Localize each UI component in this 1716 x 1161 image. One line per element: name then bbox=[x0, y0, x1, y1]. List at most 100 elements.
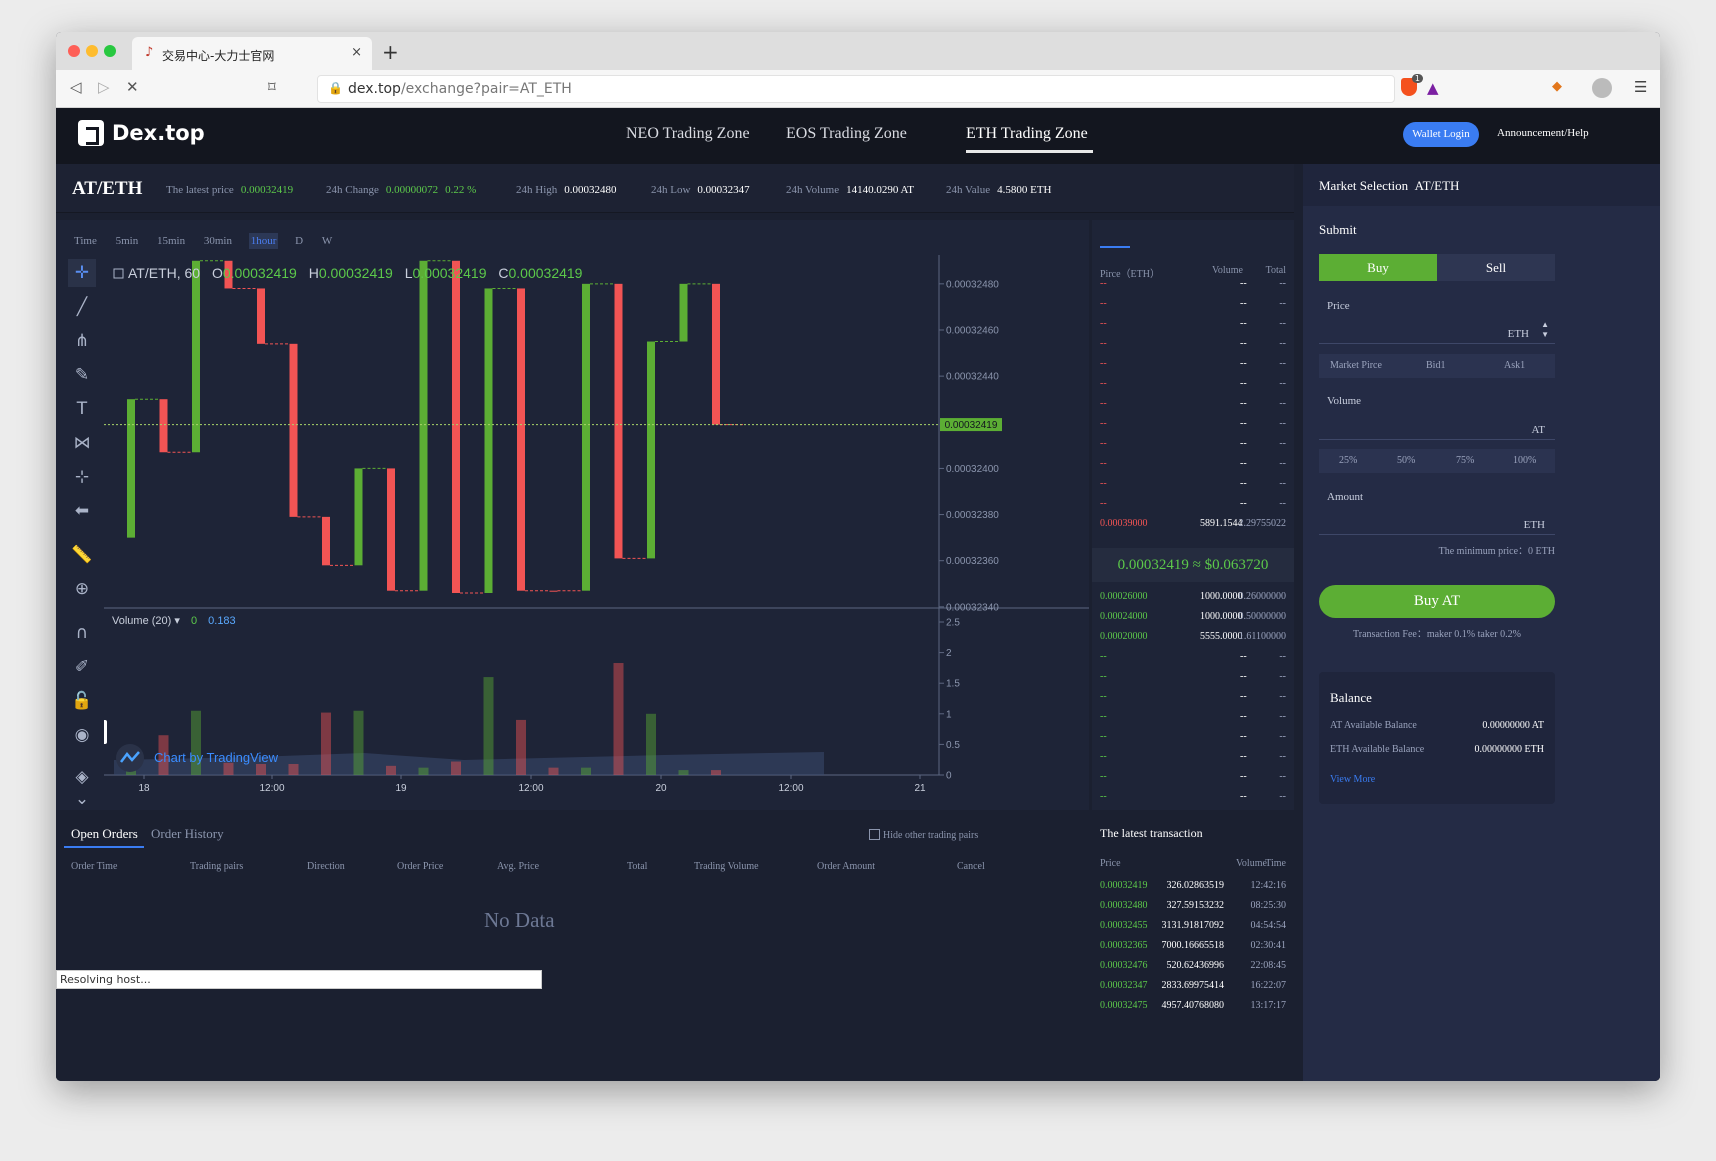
browser-tab[interactable]: ♪ 交易中心-大力士官网 × bbox=[132, 37, 372, 70]
new-tab-button[interactable]: + bbox=[382, 40, 399, 64]
brave-shield-icon[interactable]: 1 bbox=[1401, 74, 1423, 96]
text-icon[interactable]: T bbox=[68, 395, 96, 423]
bid1-button[interactable]: Bid1 bbox=[1426, 360, 1445, 371]
orderbook-empty-row: -- -- -- bbox=[1100, 691, 1286, 702]
announcement-help-link[interactable]: Announcement/Help bbox=[1497, 127, 1589, 139]
volume-tick-label: 0.5 bbox=[946, 740, 960, 751]
bid-row[interactable]: 0.00026000 1000.0000 0.26000000 bbox=[1100, 591, 1286, 611]
bid-row[interactable]: 0.00020000 5555.0000 1.61100000 bbox=[1100, 631, 1286, 651]
wallet-login-button[interactable]: Wallet Login bbox=[1403, 122, 1479, 147]
last-price-row: 0.00032419 ≈ $0.063720 bbox=[1092, 548, 1294, 582]
change-24h: 24h Change 0.00000072 0.22 % bbox=[326, 184, 477, 196]
stop-loading-icon[interactable]: ✕ bbox=[126, 78, 139, 96]
candle bbox=[517, 288, 525, 591]
buy-at-button[interactable]: Buy AT bbox=[1319, 585, 1555, 618]
volume-bar bbox=[548, 767, 559, 775]
sell-tab[interactable]: Sell bbox=[1437, 254, 1555, 281]
bid-row[interactable]: 0.00024000 1000.0000 0.50000000 bbox=[1100, 611, 1286, 631]
magnet-icon[interactable]: ∩ bbox=[68, 619, 96, 647]
volume-bar bbox=[581, 767, 591, 775]
brave-rewards-icon[interactable]: ▲ bbox=[1427, 79, 1439, 97]
candle bbox=[192, 260, 200, 453]
eye-icon[interactable]: ◉ bbox=[68, 721, 96, 749]
prediction-icon[interactable]: ⊹ bbox=[68, 463, 96, 491]
tab-close-icon[interactable]: × bbox=[351, 45, 362, 60]
candle bbox=[582, 283, 590, 591]
ask1-button[interactable]: Ask1 bbox=[1504, 360, 1525, 371]
menu-icon[interactable]: ☰ bbox=[1634, 78, 1647, 96]
ask-row[interactable]: 0.00039000 5891.1544 2.29755022 bbox=[1100, 518, 1286, 538]
tf-5min[interactable]: 5min bbox=[114, 233, 141, 249]
hide-other-pairs-checkbox[interactable]: Hide other trading pairs bbox=[869, 829, 978, 841]
pattern-icon[interactable]: ⋈ bbox=[68, 429, 96, 457]
transaction-row: 0.00032475 4957.40768080 13:17:17 bbox=[1100, 1000, 1286, 1011]
col-total: Total bbox=[627, 861, 648, 872]
volume-ticks: 2.5 2 1.5 1 0.5 0 bbox=[939, 618, 960, 782]
arrow-left-icon[interactable]: ⬅ bbox=[68, 497, 96, 525]
volume-input[interactable]: AT bbox=[1319, 410, 1555, 440]
price-chart[interactable]: 0.00032480 0.00032460 0.00032440 0.00032400… bbox=[104, 255, 1089, 810]
buy-tab[interactable]: Buy bbox=[1319, 254, 1437, 281]
collapse-legend-icon[interactable] bbox=[113, 268, 124, 279]
maximize-window-button[interactable] bbox=[104, 45, 116, 57]
pct-50-button[interactable]: 50% bbox=[1397, 455, 1415, 466]
tab-neo-zone[interactable]: NEO Trading Zone bbox=[626, 125, 750, 143]
tab-eos-zone[interactable]: EOS Trading Zone bbox=[786, 125, 907, 143]
pct-75-button[interactable]: 75% bbox=[1456, 455, 1474, 466]
logo-text: Dex.top bbox=[112, 121, 205, 145]
balance-box: Balance AT Available Balance 0.00000000 A… bbox=[1319, 672, 1555, 804]
tab-open-orders[interactable]: Open Orders bbox=[71, 826, 138, 842]
amount-input[interactable]: ETH bbox=[1319, 505, 1555, 535]
orderbook-empty-row: -- -- -- bbox=[1100, 378, 1286, 389]
price-input[interactable]: ETH ▲ ▼ bbox=[1319, 314, 1555, 344]
volume-bar bbox=[256, 763, 266, 775]
forward-icon[interactable]: ▷ bbox=[98, 78, 110, 96]
profile-avatar[interactable] bbox=[1592, 78, 1612, 98]
tf-time[interactable]: Time bbox=[72, 233, 99, 249]
view-more-link[interactable]: View More bbox=[1330, 774, 1375, 785]
candle bbox=[452, 260, 460, 594]
zoom-in-icon[interactable]: ⊕ bbox=[68, 575, 96, 603]
volume-bar bbox=[516, 719, 526, 775]
transaction-row: 0.00032347 2833.69975414 16:22:07 bbox=[1100, 980, 1286, 991]
chart-panel: Time 5min 15min 30min 1hour D W ✛ ╱ ⋔ ✎ … bbox=[56, 220, 1089, 810]
pct-100-button[interactable]: 100% bbox=[1513, 455, 1536, 466]
tf-1hour[interactable]: 1hour bbox=[248, 233, 279, 249]
tf-day[interactable]: D bbox=[293, 233, 305, 249]
volume-legend[interactable]: Volume (20) ▾ 0 0.183 bbox=[112, 615, 236, 627]
tf-week[interactable]: W bbox=[320, 233, 334, 249]
minimize-window-button[interactable] bbox=[86, 45, 98, 57]
back-icon[interactable]: ◁ bbox=[70, 78, 82, 96]
tab-title: 交易中心-大力士官网 bbox=[162, 49, 275, 63]
tab-eth-zone[interactable]: ETH Trading Zone bbox=[966, 125, 1088, 143]
close-window-button[interactable] bbox=[68, 45, 80, 57]
price-quick-select: Market Pirce Bid1 Ask1 bbox=[1319, 354, 1555, 378]
pitchfork-icon[interactable]: ⋔ bbox=[68, 327, 96, 355]
price-tick-label: 0.00032380 bbox=[946, 510, 999, 521]
price-stepper-icon[interactable]: ▲ ▼ bbox=[1541, 320, 1549, 340]
tf-30min[interactable]: 30min bbox=[202, 233, 234, 249]
site-header: Dex.top NEO Trading Zone EOS Trading Zon… bbox=[56, 108, 1660, 164]
pane-handle[interactable] bbox=[104, 720, 107, 744]
crosshair-icon[interactable]: ✛ bbox=[68, 259, 96, 287]
ruler-icon[interactable]: 📏 bbox=[68, 541, 96, 569]
candles bbox=[127, 260, 745, 594]
trend-line-icon[interactable]: ╱ bbox=[68, 293, 96, 321]
tf-15min[interactable]: 15min bbox=[155, 233, 187, 249]
chevron-down-icon[interactable]: ⌄ bbox=[68, 785, 96, 813]
bookmark-icon[interactable]: ⌑ bbox=[268, 78, 276, 96]
checkbox-icon[interactable] bbox=[869, 829, 880, 840]
lock-draw-icon[interactable]: ✐ bbox=[68, 653, 96, 681]
unlock-icon[interactable]: 🔓 bbox=[68, 687, 96, 715]
tab-order-history[interactable]: Order History bbox=[151, 826, 224, 842]
pair-title[interactable]: AT/ETH bbox=[72, 178, 142, 200]
brush-icon[interactable]: ✎ bbox=[68, 361, 96, 389]
market-price-button[interactable]: Market Pirce bbox=[1330, 360, 1382, 371]
percent-quick-select: 25% 50% 75% 100% bbox=[1319, 449, 1555, 473]
metamask-extension-icon[interactable]: ◆ bbox=[1552, 79, 1562, 94]
address-bar[interactable]: 🔒 dex.top/exchange?pair=AT_ETH bbox=[317, 75, 1395, 103]
orderbook-tab-indicator[interactable] bbox=[1100, 246, 1130, 248]
value-24h: 24h Value 4.5800 ETH bbox=[946, 184, 1052, 196]
pct-25-button[interactable]: 25% bbox=[1339, 455, 1357, 466]
market-selection[interactable]: Market Selection AT/ETH bbox=[1303, 164, 1660, 206]
